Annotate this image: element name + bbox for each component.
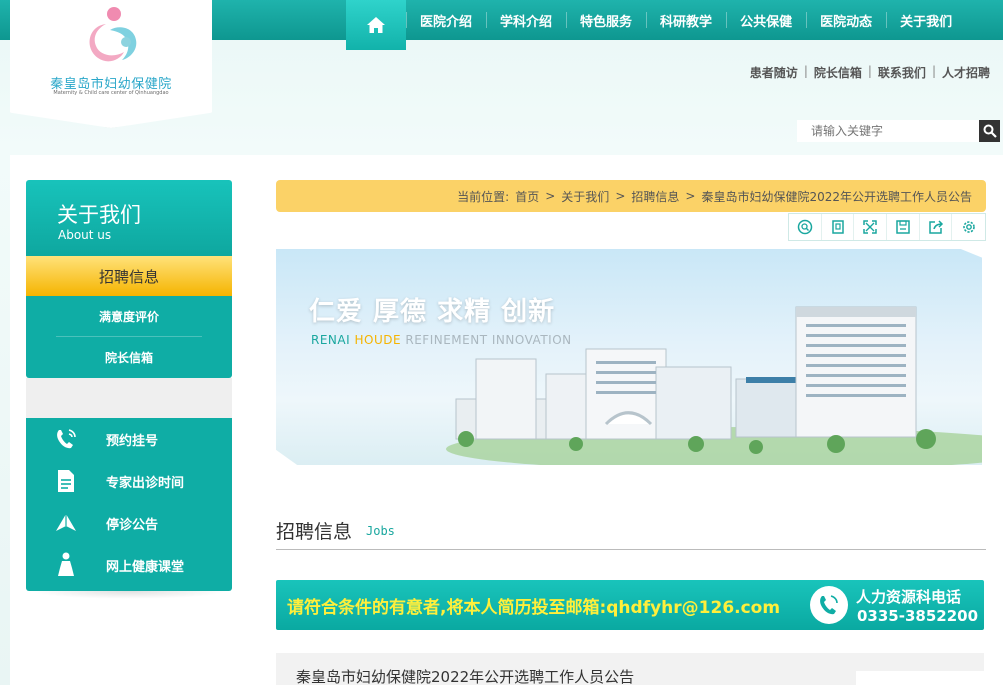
hr-label: 人力资源科电话 — [856, 588, 962, 606]
sidebar-spacer — [26, 378, 232, 418]
sidebar-subtitle: About us — [58, 228, 112, 242]
quick-link-appointment[interactable]: 预约挂号 — [26, 418, 232, 460]
document-icon — [58, 470, 74, 492]
breadcrumb-separator: > — [545, 189, 556, 203]
nav-item-research[interactable]: 科研教学 — [646, 0, 726, 40]
nav-item-news[interactable]: 医院动态 — [806, 0, 886, 40]
fullscreen-icon — [863, 220, 877, 234]
nav-item-services[interactable]: 特色服务 — [566, 0, 646, 40]
person-icon — [58, 552, 74, 576]
breadcrumb-home[interactable]: 首页 — [515, 188, 539, 205]
quick-link-label: 专家出诊时间 — [106, 475, 185, 491]
tool-bookmark-button[interactable] — [822, 214, 855, 240]
link-director-mailbox[interactable]: 院长信箱 — [808, 64, 868, 81]
share-icon — [928, 220, 943, 234]
search-button[interactable] — [979, 120, 1000, 142]
breadcrumb-prefix: 当前位置: — [457, 189, 510, 204]
tool-settings-button[interactable] — [952, 214, 985, 240]
breadcrumb: 当前位置: 首页 > 关于我们 > 招聘信息 > 秦皇岛市妇幼保健院2022年公… — [276, 180, 986, 212]
link-recruitment[interactable]: 人才招聘 — [936, 64, 996, 81]
breadcrumb-about[interactable]: 关于我们 — [561, 188, 609, 205]
banner-image: 仁爱 厚德 求精 创新 RENAI HOUDE REFINEMENT INNOV… — [276, 249, 982, 465]
quick-links-panel: 预约挂号 专家出诊时间 停诊公告 网上健康课堂 — [26, 418, 232, 591]
settings-icon — [962, 221, 975, 233]
breadcrumb-recruitment[interactable]: 招聘信息 — [631, 188, 679, 205]
site-logo[interactable]: 秦皇岛市妇幼保健院 Maternity & Child care center … — [10, 0, 212, 128]
sidebar-item-director-mailbox[interactable]: 院长信箱 — [26, 337, 232, 377]
quick-link-label: 网上健康课堂 — [106, 559, 185, 575]
phone-icon — [57, 429, 76, 449]
breadcrumb-separator: > — [615, 189, 626, 203]
banner-word: HOUDE — [354, 333, 402, 347]
sidebar-header: 关于我们 About us — [26, 180, 232, 256]
section-title: 招聘信息 — [276, 521, 353, 543]
phone-icon — [820, 595, 838, 615]
quick-link-suspension-notice[interactable]: 停诊公告 — [26, 502, 232, 544]
banner-word: INNOVATION — [491, 333, 572, 347]
nav-home-button[interactable] — [346, 0, 406, 50]
save-icon — [896, 220, 910, 234]
quick-link-expert-schedule[interactable]: 专家出诊时间 — [26, 460, 232, 502]
notice-text: 请符合条件的有意者,将本人简历投至邮箱:qhdfyhr@126.com — [287, 598, 781, 618]
nav-item-public-health[interactable]: 公共保健 — [726, 0, 806, 40]
megaphone-icon — [56, 514, 76, 531]
quick-link-label: 停诊公告 — [106, 517, 159, 533]
quick-link-health-class[interactable]: 网上健康课堂 — [26, 544, 232, 586]
hospital-building-illustration — [446, 306, 982, 465]
sidebar-title: 关于我们 — [57, 203, 141, 227]
hr-phone: 0335-3852200 — [857, 607, 979, 625]
banner: 仁爱 厚德 求精 创新 RENAI HOUDE REFINEMENT INNOV… — [274, 247, 986, 467]
sidebar-item-satisfaction[interactable]: 满意度评价 — [26, 296, 232, 336]
tool-share-button[interactable] — [920, 214, 953, 240]
nav-item-departments[interactable]: 学科介绍 — [486, 0, 566, 40]
tool-save-button[interactable] — [887, 214, 920, 240]
banner-slogan: 仁爱 厚德 求精 创新 — [309, 297, 556, 327]
sidebar-item-recruitment[interactable]: 招聘信息 — [26, 256, 232, 296]
search-input[interactable] — [797, 120, 979, 142]
nav-item-about[interactable]: 关于我们 — [886, 0, 966, 40]
search-icon — [983, 124, 997, 138]
section-title-en: Jobs — [366, 524, 395, 538]
main-nav: 医院介绍 学科介绍 特色服务 科研教学 公共保健 医院动态 关于我们 — [346, 0, 966, 50]
logo-mark-icon — [89, 7, 137, 62]
banner-word: RENAI — [311, 333, 351, 347]
recruitment-notice-banner: 请符合条件的有意者,将本人简历投至邮箱:qhdfyhr@126.com 人力资源… — [276, 580, 984, 630]
article-image — [856, 671, 984, 685]
phone-circle — [810, 586, 848, 624]
tool-search-button[interactable] — [789, 214, 822, 240]
main-content: 关于我们 About us 招聘信息 满意度评价 院长信箱 预约挂号 专家出诊时… — [10, 155, 1003, 685]
tool-fullscreen-button[interactable] — [854, 214, 888, 240]
link-contact-us[interactable]: 联系我们 — [872, 64, 932, 81]
sidebar-list: 满意度评价 院长信箱 — [26, 296, 232, 378]
section-divider — [276, 549, 986, 550]
article-title: 秦皇岛市妇幼保健院2022年公开选聘工作人员公告 — [296, 668, 635, 685]
home-icon — [367, 17, 385, 33]
toolbar — [788, 213, 986, 241]
panel-shadow — [30, 591, 228, 599]
search-circle-icon — [797, 219, 813, 235]
breadcrumb-separator: > — [685, 189, 696, 203]
search-box — [797, 120, 1000, 142]
bookmark-icon — [831, 220, 844, 234]
quick-link-label: 预约挂号 — [106, 433, 159, 449]
top-links: 患者随访 | 院长信箱 | 联系我们 | 人才招聘 — [744, 64, 996, 81]
breadcrumb-current: 秦皇岛市妇幼保健院2022年公开选聘工作人员公告 — [701, 189, 972, 204]
article-header: 秦皇岛市妇幼保健院2022年公开选聘工作人员公告 — [276, 653, 984, 685]
logo-name-en: Maternity & Child care center of Qinhuan… — [53, 90, 169, 96]
nav-item-hospital-intro[interactable]: 医院介绍 — [406, 0, 486, 40]
banner-word: REFINEMENT — [405, 333, 488, 347]
banner-subtitle: RENAI HOUDE REFINEMENT INNOVATION — [311, 333, 572, 347]
link-patient-followup[interactable]: 患者随访 — [744, 64, 804, 81]
